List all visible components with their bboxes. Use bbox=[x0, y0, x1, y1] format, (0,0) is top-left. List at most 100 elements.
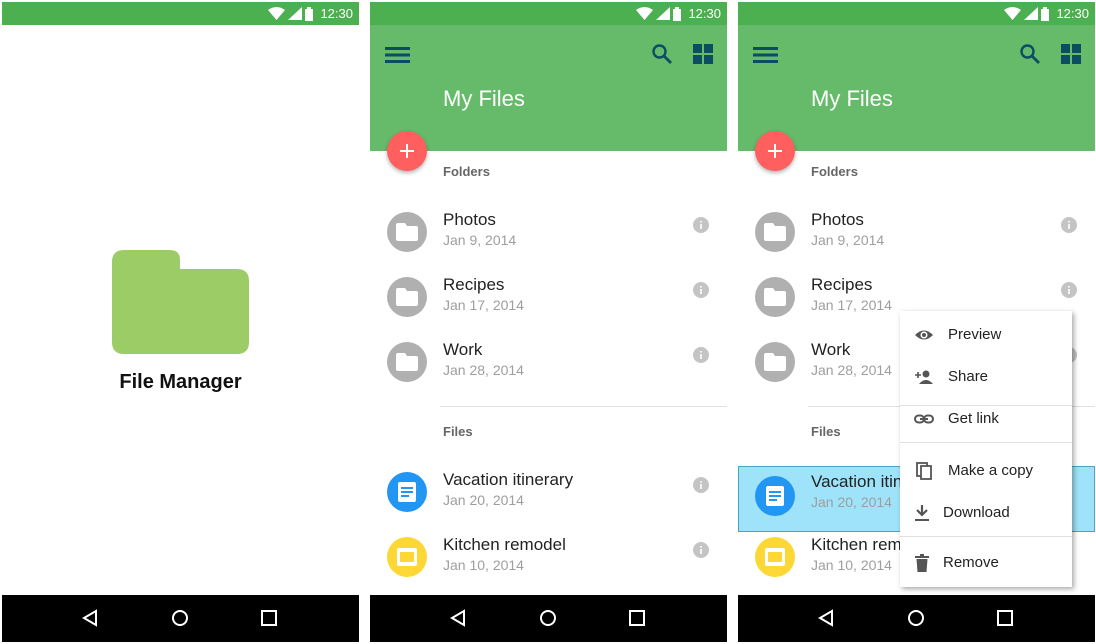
folder-name: Photos bbox=[811, 210, 864, 229]
copy-icon bbox=[916, 462, 932, 480]
file-row[interactable]: Vacation itinerary Jan 20, 2014 bbox=[370, 460, 727, 525]
folder-date: Jan 9, 2014 bbox=[443, 232, 517, 248]
folder-row[interactable]: Photos Jan 9, 2014 bbox=[370, 200, 727, 265]
slides-icon bbox=[755, 537, 795, 577]
recents-icon bbox=[997, 610, 1013, 626]
back-button[interactable] bbox=[79, 607, 101, 629]
menu-item-share[interactable]: Share bbox=[900, 357, 1072, 397]
app-bar: My Files bbox=[370, 25, 727, 151]
file-row[interactable]: Kitchen remodel Jan 10, 2014 bbox=[370, 525, 727, 590]
files-heading: Files bbox=[443, 424, 473, 439]
wifi-icon bbox=[636, 7, 654, 20]
section-divider bbox=[440, 406, 727, 407]
grid-view-icon[interactable] bbox=[691, 42, 715, 66]
folder-row[interactable]: Photos Jan 9, 2014 bbox=[738, 200, 1095, 265]
menu-item-remove[interactable]: Remove bbox=[900, 543, 1072, 583]
menu-item-preview[interactable]: Preview bbox=[900, 315, 1072, 355]
app-bar: My Files bbox=[738, 25, 1095, 151]
plus-icon bbox=[768, 144, 782, 158]
file-name: Vacation itin bbox=[811, 472, 903, 491]
menu-icon[interactable] bbox=[752, 41, 780, 69]
folder-icon bbox=[387, 277, 427, 317]
home-button[interactable] bbox=[905, 607, 927, 629]
page-title: My Files bbox=[811, 86, 893, 111]
wifi-icon bbox=[1004, 7, 1022, 20]
files-heading: Files bbox=[811, 424, 841, 439]
splash-title: File Manager bbox=[119, 371, 242, 393]
battery-icon bbox=[1041, 6, 1050, 21]
menu-item-label: Share bbox=[948, 368, 989, 385]
menu-item-label: Remove bbox=[943, 554, 999, 571]
status-time: 12:30 bbox=[688, 6, 721, 21]
info-icon[interactable] bbox=[693, 477, 709, 493]
back-button[interactable] bbox=[815, 607, 837, 629]
page-title: My Files bbox=[443, 86, 525, 111]
file-list-screen: 12:30 My Files Folders Photos Jan 9, 201… bbox=[370, 2, 727, 642]
nav-bar bbox=[738, 595, 1095, 642]
recents-button[interactable] bbox=[994, 607, 1016, 629]
file-name: Vacation itinerary bbox=[443, 470, 574, 489]
file-date: Jan 20, 2014 bbox=[443, 492, 524, 508]
folder-name: Photos bbox=[443, 210, 496, 229]
recents-button[interactable] bbox=[258, 607, 280, 629]
file-name: Kitchen rem bbox=[811, 535, 902, 554]
folder-name: Recipes bbox=[811, 275, 873, 294]
file-date: Jan 20, 2014 bbox=[811, 494, 892, 510]
nav-bar bbox=[2, 595, 359, 642]
info-icon[interactable] bbox=[693, 347, 709, 363]
file-date: Jan 10, 2014 bbox=[443, 557, 524, 573]
home-button[interactable] bbox=[169, 607, 191, 629]
signal-icon bbox=[288, 7, 303, 20]
info-icon[interactable] bbox=[1061, 217, 1077, 233]
info-icon[interactable] bbox=[693, 282, 709, 298]
folder-date: Jan 17, 2014 bbox=[443, 297, 524, 313]
folder-row[interactable]: Recipes Jan 17, 2014 bbox=[370, 265, 727, 330]
search-icon[interactable] bbox=[1018, 42, 1042, 66]
menu-item-label: Make a copy bbox=[948, 462, 1034, 479]
add-button[interactable] bbox=[387, 131, 427, 171]
info-icon[interactable] bbox=[1061, 282, 1077, 298]
folders-heading: Folders bbox=[811, 164, 858, 179]
menu-divider bbox=[900, 536, 1072, 537]
folder-name: Work bbox=[443, 340, 483, 359]
status-bar: 12:30 bbox=[738, 2, 1095, 25]
add-button[interactable] bbox=[755, 131, 795, 171]
back-icon bbox=[82, 609, 97, 627]
menu-item-get-link[interactable]: Get link bbox=[900, 399, 1072, 439]
person-add-icon bbox=[915, 370, 933, 384]
menu-item-label: Download bbox=[943, 504, 1010, 521]
folder-icon bbox=[387, 212, 427, 252]
folder-name: Recipes bbox=[443, 275, 505, 294]
folder-name: Work bbox=[811, 340, 851, 359]
context-menu-screen: 12:30 My Files Folders Photos Jan 9, 201… bbox=[738, 2, 1095, 642]
menu-item-download[interactable]: Download bbox=[900, 493, 1072, 533]
trash-icon bbox=[915, 554, 929, 572]
back-icon bbox=[450, 609, 465, 627]
search-icon[interactable] bbox=[650, 42, 674, 66]
file-date: Jan 10, 2014 bbox=[811, 557, 892, 573]
folder-date: Jan 28, 2014 bbox=[443, 362, 524, 378]
menu-divider bbox=[900, 442, 1072, 443]
folder-icon bbox=[755, 212, 795, 252]
info-icon[interactable] bbox=[693, 542, 709, 558]
status-bar: 12:30 bbox=[2, 2, 359, 25]
signal-icon bbox=[656, 7, 671, 20]
wifi-icon bbox=[268, 7, 286, 20]
info-icon[interactable] bbox=[693, 217, 709, 233]
folder-date: Jan 28, 2014 bbox=[811, 362, 892, 378]
status-bar: 12:30 bbox=[370, 2, 727, 25]
back-button[interactable] bbox=[447, 607, 469, 629]
folder-logo-icon bbox=[112, 250, 249, 354]
grid-view-icon[interactable] bbox=[1059, 42, 1083, 66]
splash-screen: 12:30 File Manager bbox=[2, 2, 359, 642]
folder-row[interactable]: Work Jan 28, 2014 bbox=[370, 330, 727, 395]
recents-button[interactable] bbox=[626, 607, 648, 629]
file-name: Kitchen remodel bbox=[443, 535, 566, 554]
home-button[interactable] bbox=[537, 607, 559, 629]
recents-icon bbox=[629, 610, 645, 626]
menu-icon[interactable] bbox=[384, 41, 412, 69]
home-icon bbox=[172, 610, 188, 626]
menu-item-make-copy[interactable]: Make a copy bbox=[900, 451, 1072, 491]
menu-item-label: Get link bbox=[948, 410, 999, 427]
recents-icon bbox=[261, 610, 277, 626]
